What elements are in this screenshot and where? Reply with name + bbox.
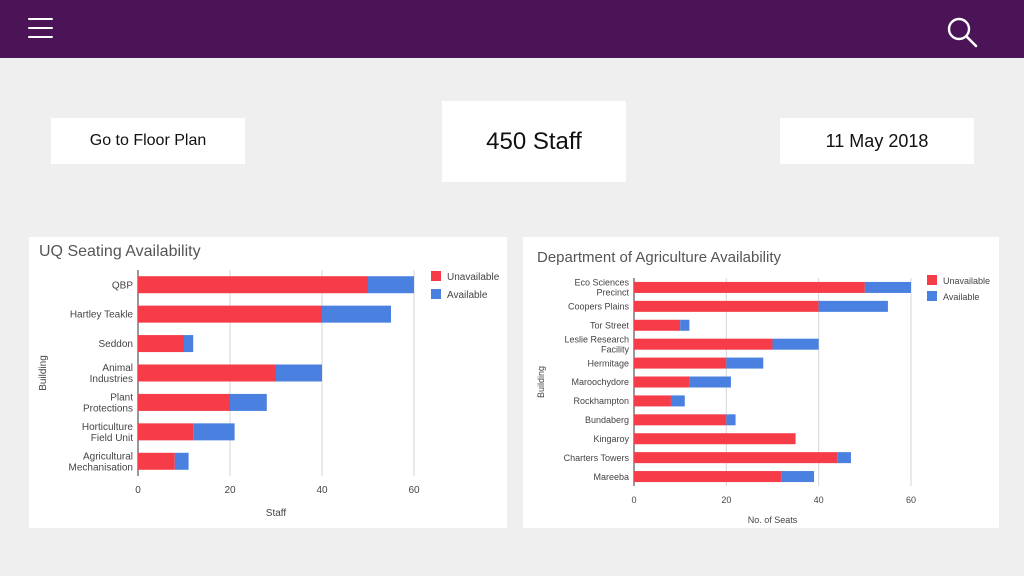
- bar-unavailable: [634, 319, 681, 331]
- bar-available: [193, 423, 235, 441]
- bar-available: [864, 281, 911, 293]
- x-tick-label: 40: [316, 485, 328, 496]
- y-axis-title: Building: [536, 366, 546, 398]
- x-axis-title: Staff: [266, 508, 287, 519]
- bar-unavailable: [138, 364, 276, 382]
- bar-unavailable: [634, 300, 819, 312]
- bar-unavailable: [138, 276, 368, 294]
- bar-available: [689, 376, 731, 388]
- bar-available: [368, 276, 414, 294]
- agriculture-chart: 0 20 40 60 Eco SciencesPrecinct Coopers Plain…: [536, 275, 990, 525]
- y-axis-title: Building: [38, 355, 49, 391]
- bar-unavailable: [634, 395, 671, 407]
- bar-unavailable: [138, 452, 175, 470]
- agriculture-chart-panel: Department of Agriculture Availability 0…: [523, 237, 999, 528]
- bar-unavailable: [634, 281, 865, 293]
- category-label: QBP: [112, 280, 133, 291]
- uq-seating-chart: 0 20 40 60 QBP Hartley Teakle Seddon AnimalIndu…: [38, 270, 500, 519]
- staff-count: 450 Staff: [442, 101, 626, 182]
- search-icon[interactable]: [944, 14, 980, 50]
- date-display: 11 May 2018: [780, 118, 974, 164]
- category-label: Animal: [102, 363, 133, 374]
- legend-label: Available: [943, 292, 979, 302]
- category-label: Horticulture: [82, 422, 134, 433]
- x-axis-title: No. of Seats: [748, 515, 798, 525]
- bar-available: [276, 364, 322, 382]
- bar-unavailable: [138, 423, 194, 441]
- bar-unavailable: [634, 471, 782, 483]
- category-label: Industries: [90, 374, 133, 385]
- bar-available: [670, 395, 685, 407]
- bar-unavailable: [634, 338, 773, 350]
- category-label: Mareeba: [593, 472, 629, 482]
- category-label: Kingaroy: [593, 434, 629, 444]
- category-label: Charters Towers: [564, 453, 630, 463]
- category-label: Facility: [601, 344, 630, 354]
- x-tick-label: 60: [906, 495, 916, 505]
- x-tick-label: 0: [135, 485, 141, 496]
- bar-unavailable: [634, 357, 727, 369]
- uq-seating-chart-panel: UQ Seating Availability 0 20 40 60 QBP Hartle…: [29, 237, 507, 528]
- legend-swatch-available: [431, 289, 441, 299]
- category-label: Rockhampton: [573, 396, 629, 406]
- category-label: Coopers Plains: [568, 302, 630, 312]
- bar-available: [837, 452, 851, 464]
- bar-unavailable: [138, 393, 230, 411]
- legend-swatch-unavailable: [431, 271, 441, 281]
- x-tick-label: 20: [721, 495, 731, 505]
- legend-label: Unavailable: [943, 276, 990, 286]
- legend-label: Unavailable: [447, 272, 500, 283]
- category-label: Field Unit: [91, 433, 133, 444]
- category-label: Seddon: [99, 339, 133, 350]
- go-to-floor-plan-button[interactable]: Go to Floor Plan: [51, 118, 245, 164]
- bar-available: [322, 305, 391, 323]
- bar-unavailable: [138, 305, 322, 323]
- legend-swatch-available: [927, 291, 937, 301]
- x-tick-label: 40: [814, 495, 824, 505]
- category-label: Hermitage: [587, 358, 629, 368]
- bar-available: [174, 452, 189, 470]
- category-label: Agricultural: [83, 451, 133, 462]
- legend-swatch-unavailable: [927, 275, 937, 285]
- x-tick-label: 20: [224, 485, 236, 496]
- bar-available: [680, 319, 690, 331]
- bar-unavailable: [138, 335, 184, 353]
- x-tick-label: 60: [408, 485, 420, 496]
- category-label: Protections: [83, 404, 133, 415]
- bar-available: [726, 414, 736, 426]
- bar-available: [230, 393, 267, 411]
- top-app-bar: [0, 0, 1024, 58]
- category-label: Hartley Teakle: [70, 310, 134, 321]
- category-label: Tor Street: [590, 320, 630, 330]
- category-label: Mechanisation: [69, 462, 133, 473]
- x-tick-label: 0: [631, 495, 636, 505]
- bar-unavailable: [634, 414, 727, 426]
- category-label: Leslie Research: [564, 334, 629, 344]
- category-label: Precinct: [596, 288, 629, 298]
- bar-available: [726, 357, 764, 369]
- category-label: Eco Sciences: [574, 278, 629, 288]
- bar-available: [781, 471, 815, 483]
- legend-label: Available: [447, 290, 488, 301]
- bar-unavailable: [634, 452, 838, 464]
- bar-available: [772, 338, 819, 350]
- category-label: Plant: [110, 393, 133, 404]
- bar-available: [184, 335, 194, 353]
- category-label: Bundaberg: [585, 415, 629, 425]
- bar-unavailable: [634, 376, 690, 388]
- bar-unavailable: [634, 433, 796, 445]
- category-label: Maroochydore: [571, 377, 629, 387]
- bar-available: [818, 300, 888, 312]
- hamburger-menu-icon[interactable]: [26, 16, 56, 42]
